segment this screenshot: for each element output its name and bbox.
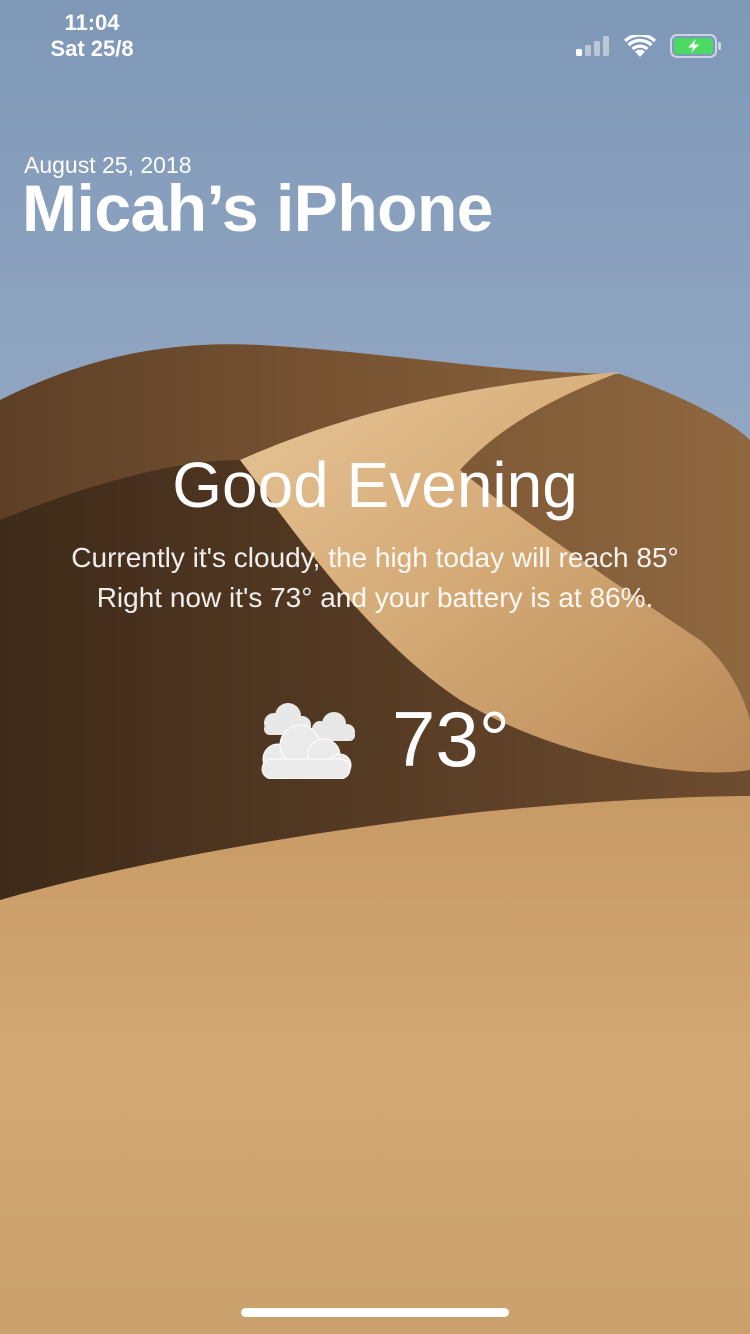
- current-weather: 73°: [258, 694, 510, 785]
- home-indicator[interactable]: [241, 1308, 509, 1317]
- battery-charging-icon: [670, 34, 721, 58]
- greeting-title: Good Evening: [172, 449, 578, 521]
- summary-line-1: Currently it's cloudy, the high today wi…: [71, 542, 679, 573]
- status-bar-icons: [576, 34, 722, 58]
- cellular-signal-icon: [576, 36, 609, 56]
- current-temperature: 73°: [392, 695, 510, 783]
- device-name-title: Micah’s iPhone: [22, 171, 493, 245]
- summary-line-2: Right now it's 73° and your battery is a…: [96, 582, 654, 613]
- status-bar-clock: 11:04 Sat 25/8: [30, 10, 154, 62]
- status-time: 11:04: [64, 10, 120, 35]
- weather-summary: Currently it's cloudy, the high today wi…: [0, 538, 750, 618]
- status-date: Sat 25/8: [50, 36, 134, 61]
- wifi-icon: [624, 35, 656, 57]
- cloudy-icon: [261, 702, 355, 779]
